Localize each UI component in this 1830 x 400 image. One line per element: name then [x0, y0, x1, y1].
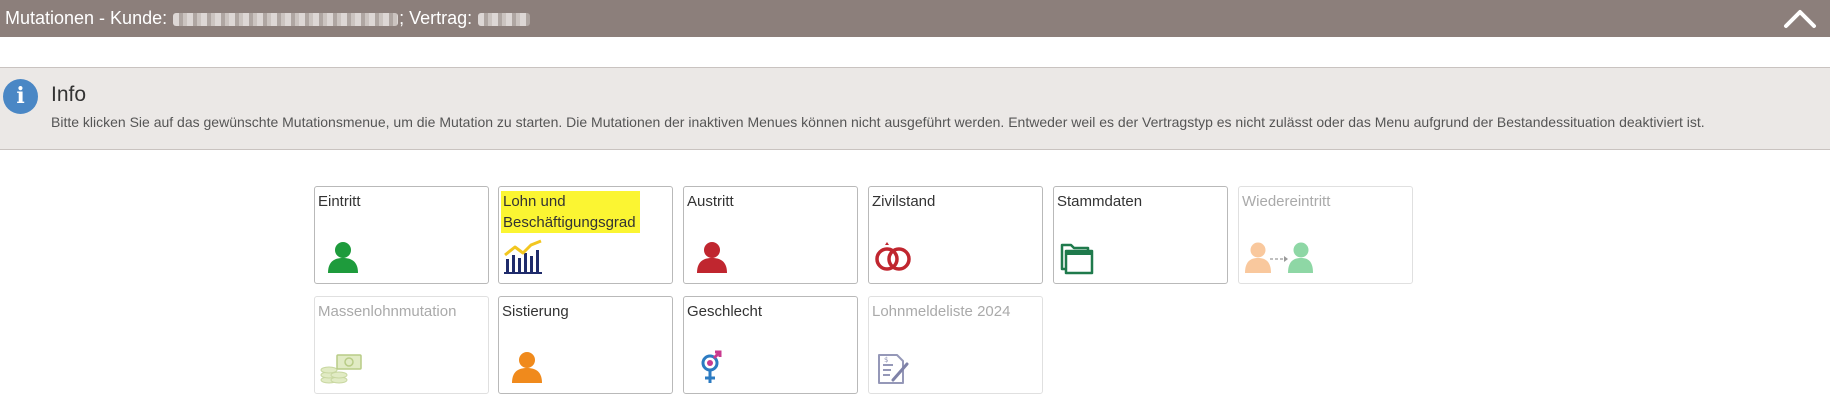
wedding-rings-icon [875, 242, 911, 271]
person-icon [697, 242, 727, 273]
tile-lohnmeldeliste-2024: Lohnmeldeliste 2024 $ [868, 296, 1043, 394]
tile-label: Geschlecht [687, 303, 763, 320]
money-stack-icon [320, 354, 362, 384]
tile-wiedereintritt: Wiedereintritt [1238, 186, 1413, 284]
info-title: Info [51, 83, 87, 106]
tile-stammdaten[interactable]: Stammdaten [1053, 186, 1228, 284]
collapse-button[interactable] [1780, 4, 1820, 32]
tile-massenlohnmutation: Massenlohnmutation [314, 296, 489, 394]
tile-sistierung[interactable]: Sistierung [498, 296, 673, 394]
title-prefix: Mutationen - Kunde: [5, 8, 168, 28]
tile-label: Austritt [687, 193, 734, 210]
tile-lohn-und-beschaeftigungsgrad[interactable]: Lohn und Beschäftigungsgrad [498, 186, 673, 284]
tile-austritt[interactable]: Austritt [683, 186, 858, 284]
info-panel: i Info Bitte klicken Sie auf das gewünsc… [0, 67, 1830, 150]
page-header: Mutationen - Kunde: ; Vertrag: [0, 0, 1830, 37]
tile-label: Massenlohnmutation [318, 303, 457, 320]
re-entry-icon [1245, 242, 1313, 273]
person-icon [328, 242, 358, 273]
tile-label: Eintritt [318, 193, 361, 210]
tile-label: Zivilstand [872, 193, 936, 210]
tile-label: Stammdaten [1057, 193, 1143, 210]
gender-icon [701, 350, 722, 383]
salary-chart-icon [504, 239, 542, 274]
tile-label: Lohnmeldeliste 2024 [872, 303, 1011, 320]
tile-zivilstand[interactable]: Zivilstand [868, 186, 1043, 284]
document-pen-icon: $ [878, 354, 909, 384]
tile-label: Lohn und Beschäftigungsgrad [501, 191, 640, 233]
tile-label: Sistierung [502, 303, 569, 320]
tile-label: Wiedereintritt [1242, 193, 1331, 210]
tile-geschlecht[interactable]: Geschlecht [683, 296, 858, 394]
mutation-menu: Eintritt Lohn und Beschäftigungsgrad Aus… [0, 0, 1830, 400]
info-icon: i [3, 79, 38, 114]
redacted-customer-name [173, 12, 399, 26]
info-text: Bitte klicken Sie auf das gewünschte Mut… [51, 114, 1705, 130]
page-title: Mutationen - Kunde: ; Vertrag: [5, 7, 531, 29]
person-icon [512, 352, 542, 383]
folder-icon [1060, 243, 1094, 275]
chevron-up-icon [1784, 10, 1816, 28]
contract-label: ; Vertrag: [399, 8, 473, 28]
tile-eintritt[interactable]: Eintritt [314, 186, 489, 284]
svg-text:$: $ [884, 356, 888, 364]
redacted-contract-number [478, 12, 531, 26]
